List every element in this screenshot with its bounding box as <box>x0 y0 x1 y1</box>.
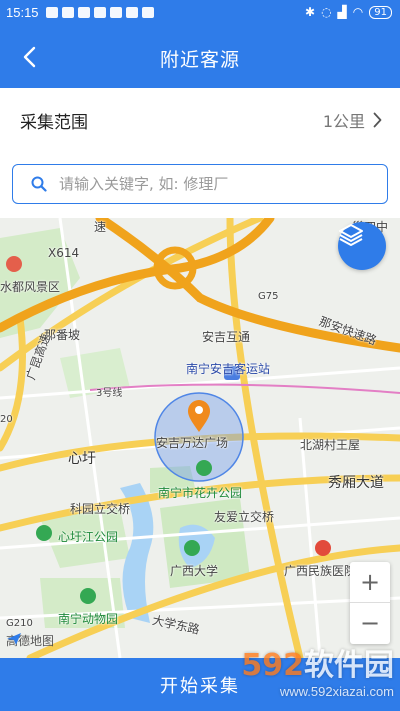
map-label: 南宁市花卉公园 <box>158 486 243 500</box>
zoom-control: + − <box>350 562 390 644</box>
map-label: G210 <box>6 618 33 629</box>
battery-indicator: 91 <box>369 5 392 19</box>
map-label: 北湖村王屋 <box>300 438 361 452</box>
page-title: 附近客源 <box>159 49 240 71</box>
search-icon <box>31 176 47 192</box>
map-label: 南宁安吉客运站 <box>186 362 271 376</box>
status-bar: 15:15 ✱ ◌ ▟ ◠ 91 <box>0 0 400 26</box>
map-label: 速 <box>94 220 107 234</box>
watermark-brand-number: 592 <box>241 648 304 683</box>
start-collect-label: 开始采集 <box>160 675 240 697</box>
watermark-url: www.592xiazai.com <box>279 684 394 699</box>
map-label: 友爱立交桥 <box>214 510 275 524</box>
hospital-icon <box>315 540 331 556</box>
range-row[interactable]: 采集范围 1公里 <box>0 88 400 152</box>
poi-icon <box>80 588 96 604</box>
chat-icon <box>62 7 74 18</box>
status-time: 15:15 <box>6 5 39 20</box>
map-logo: 高德地图 <box>6 632 54 649</box>
poi-icon <box>6 256 22 272</box>
telegram-icon <box>94 7 106 18</box>
map-view[interactable]: X614 水都风景区 那番坡 安吉互通 G75 那安快速路 南宁安吉客运站 3号… <box>0 218 400 658</box>
layers-button[interactable] <box>338 222 386 270</box>
sync-icon <box>110 7 122 18</box>
map-label: 秀厢大道 <box>328 475 384 491</box>
map-label: X614 <box>48 246 80 260</box>
map-label: 南宁动物园 <box>58 612 119 626</box>
range-label: 采集范围 <box>20 112 88 133</box>
search-section <box>0 152 400 218</box>
search-box[interactable] <box>12 164 388 204</box>
map-label: 广西大学 <box>170 564 219 578</box>
watermark-brand: 592软件园 <box>241 640 394 684</box>
zoom-in-button[interactable]: + <box>350 562 390 602</box>
map-label: 3号线 <box>96 388 123 399</box>
range-value: 1公里 <box>322 112 365 131</box>
map-label: 心圩江公园 <box>58 530 119 544</box>
chat-icon <box>78 7 90 18</box>
status-right: ✱ ◌ ▟ ◠ 91 <box>305 5 392 19</box>
map-label: 20 <box>0 414 13 425</box>
map-label: 安吉互通 <box>202 330 251 344</box>
poi-icon <box>184 540 200 556</box>
location-marker-dot <box>195 406 203 414</box>
title-bar: 附近客源 <box>0 26 400 88</box>
poi-icon <box>196 460 212 476</box>
poi-icon <box>36 525 52 541</box>
map-label: 心圩 <box>68 451 96 467</box>
map-label: 科园立交桥 <box>70 502 131 516</box>
search-input[interactable] <box>57 174 361 194</box>
signal-icon: ▟ <box>337 5 347 19</box>
map-label: 广西民族医院 <box>284 564 357 578</box>
app-icon <box>126 7 138 18</box>
map-label: 水都风景区 <box>0 280 61 294</box>
range-selector[interactable]: 1公里 <box>323 108 382 132</box>
layers-icon <box>339 224 363 246</box>
mute-icon: ◌ <box>321 5 332 19</box>
wifi-icon: ◠ <box>352 5 364 19</box>
map-label: 安吉万达广场 <box>156 436 229 450</box>
map-label: G75 <box>258 291 279 302</box>
chevron-right-icon <box>373 112 382 128</box>
notification-icons <box>46 7 154 18</box>
message-icon <box>46 7 58 18</box>
app-icon <box>142 7 154 18</box>
amap-logo-icon <box>7 633 21 645</box>
bluetooth-icon: ✱ <box>305 5 316 19</box>
watermark-brand-text: 软件园 <box>304 648 394 683</box>
zoom-out-button[interactable]: − <box>350 603 390 643</box>
watermark: 592软件园 www.592xiazai.com <box>241 640 394 699</box>
